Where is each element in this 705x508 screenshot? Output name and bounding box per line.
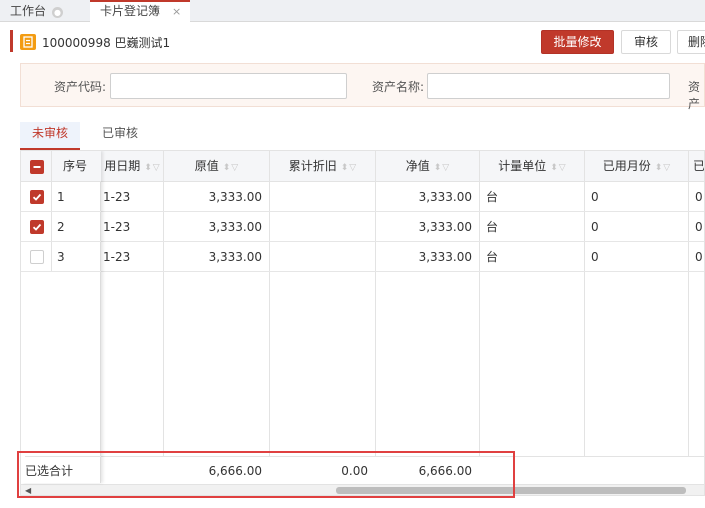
cell-unit: 台 xyxy=(486,220,499,234)
header-seq: 序号 xyxy=(62,159,87,173)
cell-months: 0 xyxy=(591,250,599,264)
cell-unit: 台 xyxy=(486,250,499,264)
frozen-header: 序号 xyxy=(21,151,101,182)
scrollbar-thumb[interactable] xyxy=(336,487,686,494)
cell-net: 3,333.00 xyxy=(418,220,472,234)
header-original[interactable]: 原值 ⬍▽ xyxy=(164,151,270,182)
cell-extra: 0 xyxy=(695,190,703,204)
selected-total-row: 6,666.00 0.00 6,666.00 xyxy=(21,456,704,484)
row-checkbox[interactable] xyxy=(30,250,44,264)
horizontal-scrollbar[interactable]: ◀ xyxy=(21,484,704,495)
scroll-left-icon[interactable]: ◀ xyxy=(25,485,31,495)
cell-depreciation xyxy=(270,242,374,272)
asset-code-input[interactable] xyxy=(110,73,347,99)
asset-grid: 用日期 ⬍▽ 原值 ⬍▽ 累计折旧 ⬍▽ 净值 ⬍▽ 计量单位 ⬍▽ 已用月份 ⬍▽ 已 1… xyxy=(20,150,705,496)
row-checkbox[interactable] xyxy=(30,190,44,204)
header-original-label: 原值 xyxy=(194,159,219,173)
select-all-checkbox[interactable] xyxy=(30,160,44,174)
cell-seq: 3 xyxy=(57,250,65,264)
asset-name-input[interactable] xyxy=(427,73,670,99)
header-depreciation[interactable]: 累计折旧 ⬍▽ xyxy=(270,151,376,182)
cell-original: 3,333.00 xyxy=(208,220,262,234)
total-depreciation: 0.00 xyxy=(341,464,368,478)
cell-date: 1-23 xyxy=(103,190,131,204)
asset-code-label: 资产代码: xyxy=(54,80,107,94)
header-extra[interactable]: 已 xyxy=(689,151,705,182)
cell-net: 3,333.00 xyxy=(418,250,472,264)
cell-original: 3,333.00 xyxy=(208,190,262,204)
tab-workbench[interactable]: 工作台 ● xyxy=(10,0,88,22)
table-row[interactable]: 1-23 3,333.00 3,333.00 台 0 0 xyxy=(21,212,704,242)
record-header: 100000998 巴巍测试1 批量修改 审核 删除 xyxy=(10,26,705,58)
total-net: 6,666.00 xyxy=(418,464,472,478)
close-icon[interactable]: ● xyxy=(52,7,64,18)
frozen-row[interactable]: 2 xyxy=(21,212,101,242)
accent-bar xyxy=(10,30,13,52)
total-label: 已选合计 xyxy=(25,456,101,484)
cell-depreciation xyxy=(270,212,374,242)
tab-card-register[interactable]: 卡片登记簿 × xyxy=(90,0,190,22)
cell-depreciation xyxy=(270,182,374,212)
asset-name-label: 资产名称: xyxy=(372,80,425,94)
frozen-row[interactable]: 3 xyxy=(21,242,101,272)
table-row[interactable]: 1-23 3,333.00 3,333.00 台 0 0 xyxy=(21,182,704,212)
sort-filter-icon[interactable]: ⬍▽ xyxy=(434,163,450,173)
table-row[interactable]: 1-23 3,333.00 3,333.00 台 0 0 xyxy=(21,242,704,272)
header-net-label: 净值 xyxy=(405,159,430,173)
asset-third-label: 资产 xyxy=(688,80,701,111)
cell-date: 1-23 xyxy=(103,220,131,234)
cell-months: 0 xyxy=(591,220,599,234)
cell-unit: 台 xyxy=(486,190,499,204)
cell-date: 1-23 xyxy=(103,250,131,264)
cell-extra: 0 xyxy=(695,250,703,264)
row-checkbox[interactable] xyxy=(30,220,44,234)
tab-card-register-label: 卡片登记簿 xyxy=(100,4,161,18)
cell-seq: 1 xyxy=(57,190,65,204)
header-unit[interactable]: 计量单位 ⬍▽ xyxy=(480,151,585,182)
tab-workbench-label: 工作台 xyxy=(10,4,47,18)
sort-filter-icon[interactable]: ⬍▽ xyxy=(144,163,160,173)
delete-button[interactable]: 删除 xyxy=(677,30,705,54)
tab-bar: 工作台 ● 卡片登记簿 × xyxy=(0,0,705,22)
header-extra-label: 已 xyxy=(692,159,705,173)
frozen-columns: 序号 1 2 3 已选合计 xyxy=(21,151,101,483)
header-months[interactable]: 已用月份 ⬍▽ xyxy=(585,151,689,182)
sort-filter-icon[interactable]: ⬍▽ xyxy=(550,163,566,173)
header-date[interactable]: 用日期 ⬍▽ xyxy=(101,151,164,182)
header-date-label: 用日期 xyxy=(104,159,141,173)
tab-audited[interactable]: 已审核 xyxy=(90,122,150,150)
sort-filter-icon[interactable]: ⬍▽ xyxy=(655,163,671,173)
cell-months: 0 xyxy=(591,190,599,204)
header-unit-label: 计量单位 xyxy=(498,159,547,173)
cell-net: 3,333.00 xyxy=(418,190,472,204)
search-panel: 资产代码: 资产名称: 资产 xyxy=(20,63,705,111)
header-net[interactable]: 净值 ⬍▽ xyxy=(376,151,480,182)
sort-filter-icon[interactable]: ⬍▽ xyxy=(223,163,239,173)
cell-extra: 0 xyxy=(695,220,703,234)
grid-header: 用日期 ⬍▽ 原值 ⬍▽ 累计折旧 ⬍▽ 净值 ⬍▽ 计量单位 ⬍▽ 已用月份 ⬍▽ 已 xyxy=(21,151,705,182)
frozen-row[interactable]: 1 xyxy=(21,182,101,212)
record-title: 100000998 巴巍测试1 xyxy=(42,36,171,50)
batch-edit-button[interactable]: 批量修改 xyxy=(541,30,614,54)
close-icon[interactable]: × xyxy=(172,5,181,18)
audit-button[interactable]: 审核 xyxy=(621,30,671,54)
cell-seq: 2 xyxy=(57,220,65,234)
cell-original: 3,333.00 xyxy=(208,250,262,264)
sort-filter-icon[interactable]: ⬍▽ xyxy=(341,163,357,173)
tab-unaudited[interactable]: 未审核 xyxy=(20,122,80,150)
total-original: 6,666.00 xyxy=(208,464,262,478)
header-depreciation-label: 累计折旧 xyxy=(288,159,337,173)
document-icon xyxy=(20,34,36,50)
header-months-label: 已用月份 xyxy=(602,159,651,173)
